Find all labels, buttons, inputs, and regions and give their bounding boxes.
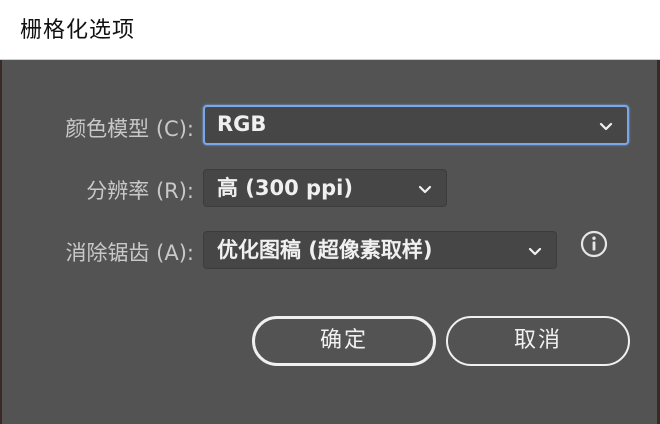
chevron-down-icon (528, 247, 542, 256)
color-model-select[interactable]: RGB (203, 105, 629, 145)
resolution-value: 高 (300 ppi) (217, 176, 353, 200)
chevron-down-icon (599, 122, 613, 131)
anti-aliasing-value: 优化图稿 (超像素取样) (217, 238, 433, 262)
info-icon[interactable] (579, 229, 609, 259)
cancel-button[interactable]: 取消 (446, 316, 630, 366)
ok-button[interactable]: 确定 (252, 316, 436, 366)
anti-aliasing-label: 消除锯齿 (A): (65, 241, 194, 265)
dialog-title: 栅格化选项 (20, 18, 136, 43)
anti-aliasing-select[interactable]: 优化图稿 (超像素取样) (203, 231, 557, 269)
window-edge-left (0, 60, 2, 424)
resolution-label: 分辨率 (R): (86, 179, 194, 203)
color-model-value: RGB (217, 112, 267, 136)
dialog-titlebar: 栅格化选项 (0, 0, 660, 60)
resolution-select[interactable]: 高 (300 ppi) (203, 169, 447, 207)
chevron-down-icon (418, 185, 432, 194)
color-model-label: 颜色模型 (C): (65, 117, 194, 141)
